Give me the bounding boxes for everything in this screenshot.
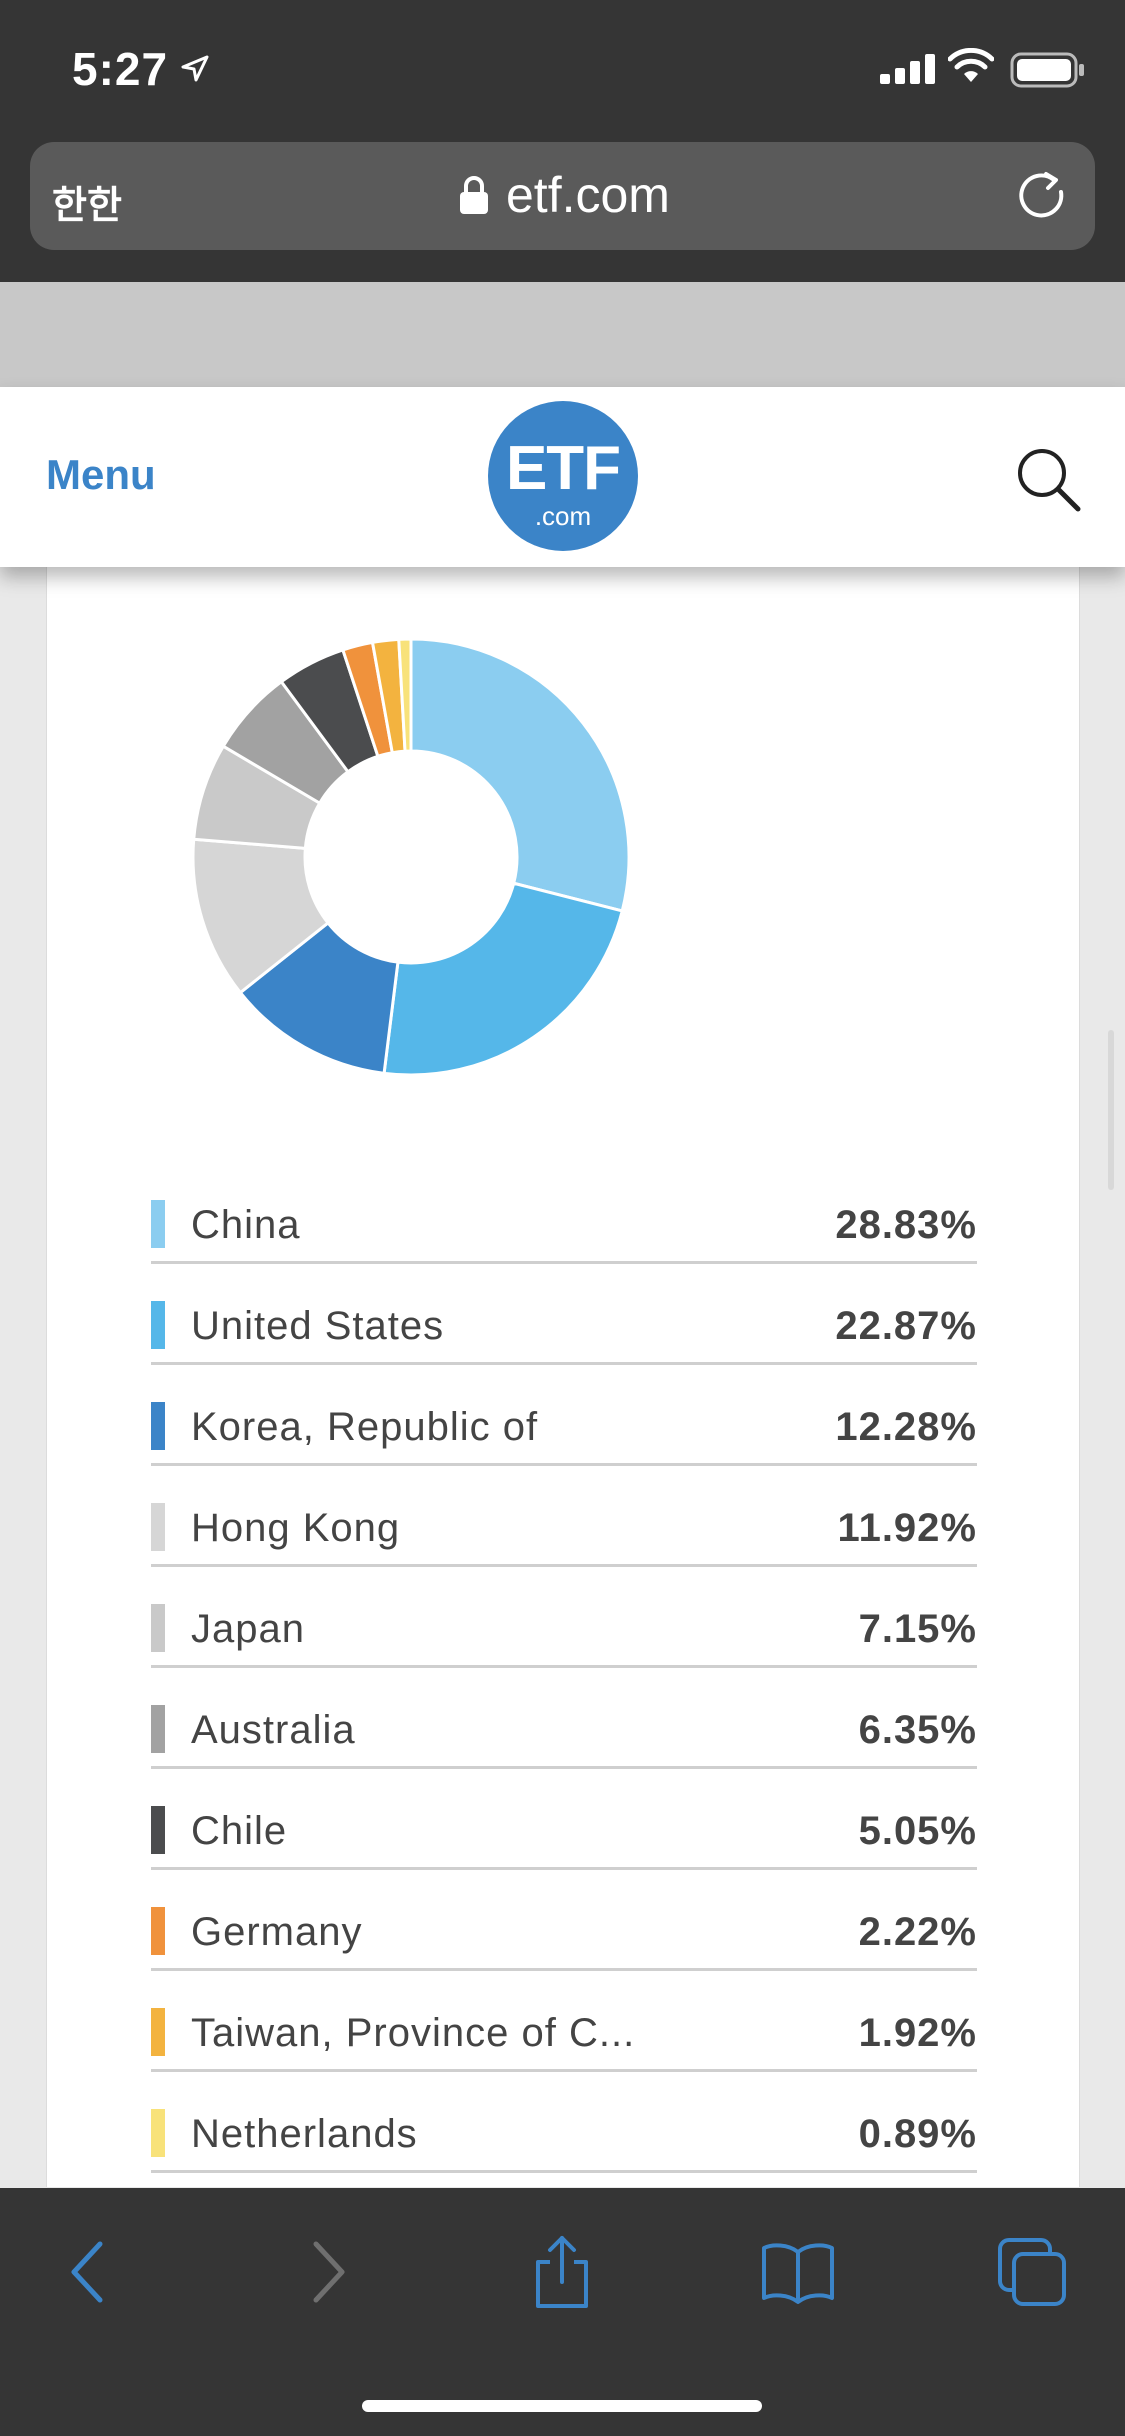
donut-slice-1 (382, 881, 625, 1077)
forward-icon (313, 2241, 345, 2303)
legend-swatch (151, 1907, 165, 1955)
bookmarks-button[interactable] (758, 2232, 838, 2312)
legend-value: 2.22% (858, 1910, 977, 1954)
legend-swatch (151, 1806, 165, 1854)
logo-sub-text: .com (534, 501, 592, 531)
reload-icon[interactable] (1014, 168, 1070, 224)
legend-row: Korea, Republic of 12.28% (151, 1365, 977, 1466)
legend-swatch (151, 1301, 165, 1349)
back-button[interactable] (48, 2232, 128, 2312)
url-bar[interactable]: 한한 etf.com (30, 142, 1095, 250)
logo-main-text: ETF (505, 434, 621, 503)
legend-row: United States 22.87% (151, 1264, 977, 1365)
menu-button[interactable]: Menu (46, 451, 156, 499)
scroll-indicator[interactable] (1108, 1030, 1114, 1190)
legend-label: Hong Kong (191, 1506, 401, 1550)
legend-swatch (151, 2109, 165, 2157)
forward-button[interactable] (288, 2232, 368, 2312)
home-indicator[interactable] (362, 2400, 762, 2412)
legend-value: 22.87% (835, 1304, 977, 1348)
legend-row: China 28.83% (151, 1163, 977, 1264)
legend-swatch (151, 1200, 165, 1248)
legend-row: Chile 5.05% (151, 1769, 977, 1870)
legend-swatch (151, 1604, 165, 1652)
legend-swatch (151, 2008, 165, 2056)
browser-toolbar (0, 2188, 1125, 2436)
legend-row: Germany 2.22% (151, 1870, 977, 1971)
legend-value: 12.28% (835, 1405, 977, 1449)
legend-value: 5.05% (858, 1809, 977, 1853)
lock-icon (460, 176, 488, 214)
browser-chrome: 5:27 한한 etf.com (0, 0, 1125, 282)
legend-value: 28.83% (835, 1203, 977, 1247)
legend-label: Korea, Republic of (191, 1405, 539, 1449)
legend-row: Hong Kong 11.92% (151, 1466, 977, 1567)
legend-label: Taiwan, Province of C... (191, 2011, 636, 2055)
legend-row: Netherlands 0.89% (151, 2072, 977, 2173)
legend-swatch (151, 1402, 165, 1450)
legend-swatch (151, 1503, 165, 1551)
legend-row: Australia 6.35% (151, 1668, 977, 1769)
page-band (0, 282, 1125, 387)
donut-slice-0 (409, 637, 631, 913)
legend-value: 0.89% (858, 2112, 977, 2156)
legend-value: 11.92% (837, 1506, 977, 1550)
legend-label: Chile (191, 1809, 288, 1853)
status-time: 5:27 (72, 43, 169, 95)
legend-label: Japan (191, 1607, 305, 1651)
bookmarks-icon (762, 2243, 834, 2304)
tabs-button[interactable] (992, 2232, 1072, 2312)
legend-value: 7.15% (858, 1607, 977, 1651)
url-domain[interactable]: etf.com (506, 166, 670, 224)
country-donut-chart (191, 637, 631, 1077)
legend-swatch (151, 1705, 165, 1753)
etf-logo[interactable]: ETF .com (488, 401, 638, 551)
share-icon (536, 2236, 588, 2308)
legend-label: China (191, 1203, 301, 1247)
legend-label: Australia (191, 1708, 356, 1752)
legend-label: Netherlands (191, 2112, 418, 2156)
country-allocation-card: China 28.83% United States 22.87% Korea,… (46, 567, 1080, 2187)
location-arrow-icon (181, 55, 209, 82)
legend-label: Germany (191, 1910, 363, 1954)
legend-row: Japan 7.15% (151, 1567, 977, 1668)
wifi-icon (948, 48, 994, 82)
legend-value: 1.92% (858, 2011, 977, 2055)
text-size-button[interactable]: 한한 (52, 174, 122, 229)
share-button[interactable] (522, 2232, 602, 2312)
legend-value: 6.35% (858, 1708, 977, 1752)
legend-row: Taiwan, Province of C... 1.92% (151, 1971, 977, 2072)
search-icon[interactable] (1014, 445, 1084, 515)
battery-icon (1010, 52, 1084, 88)
country-legend: China 28.83% United States 22.87% Korea,… (151, 1163, 977, 2173)
cellular-signal-icon (880, 54, 935, 84)
back-icon (71, 2241, 103, 2303)
tabs-icon (998, 2238, 1066, 2306)
legend-label: United States (191, 1304, 445, 1348)
site-header: Menu ETF .com (0, 387, 1125, 567)
